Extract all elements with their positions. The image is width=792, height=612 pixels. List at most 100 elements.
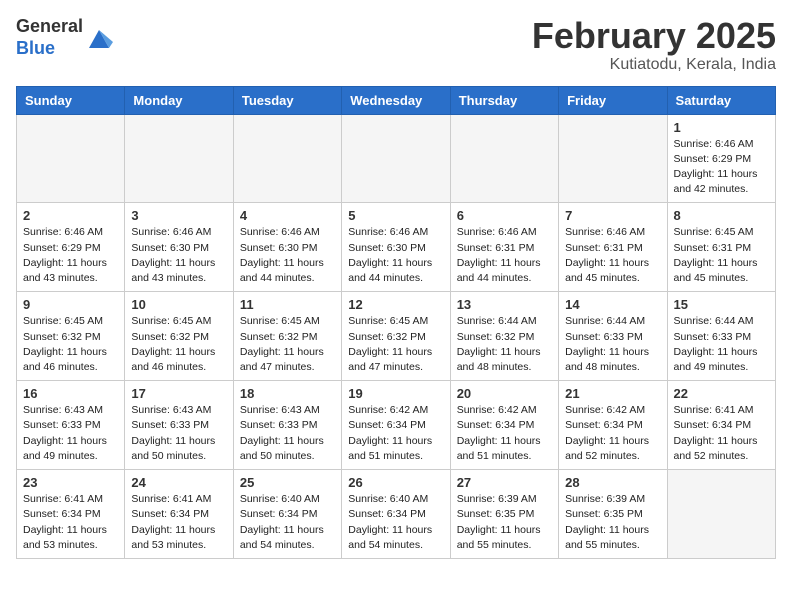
calendar-day-cell: 25 Sunrise: 6:40 AM Sunset: 6:34 PM Dayli… <box>233 470 341 559</box>
day-info: Sunrise: 6:46 AM Sunset: 6:29 PM Dayligh… <box>674 137 769 198</box>
calendar-day-cell: 24Sunrise: 6:41 AM Sunset: 6:34 PM Dayli… <box>125 470 233 559</box>
day-number: 11 <box>240 297 335 312</box>
day-number: 23 <box>23 475 118 490</box>
calendar-day-cell <box>17 114 125 203</box>
calendar-day-cell <box>450 114 558 203</box>
calendar-day-cell <box>667 470 775 559</box>
calendar-day-cell: 27Sunrise: 6:39 AM Sunset: 6:35 PM Dayli… <box>450 470 558 559</box>
day-info: Sunrise: 6:40 AM Sunset: 6:34 PM Dayligh… <box>348 492 443 553</box>
day-info: Sunrise: 6:42 AM Sunset: 6:34 PM Dayligh… <box>457 403 552 464</box>
calendar-day-cell: 11 Sunrise: 6:45 AM Sunset: 6:32 PM Dayli… <box>233 292 341 381</box>
calendar-day-cell: 19Sunrise: 6:42 AM Sunset: 6:34 PM Dayli… <box>342 381 450 470</box>
weekday-header: Sunday <box>17 86 125 114</box>
day-info: Sunrise: 6:45 AM Sunset: 6:32 PM Dayligh… <box>131 314 226 375</box>
day-info: Sunrise: 6:44 AM Sunset: 6:33 PM Dayligh… <box>674 314 769 375</box>
calendar-week-row: 1 Sunrise: 6:46 AM Sunset: 6:29 PM Daylig… <box>17 114 776 203</box>
calendar-day-cell: 3 Sunrise: 6:46 AM Sunset: 6:30 PM Daylig… <box>125 203 233 292</box>
calendar-day-cell: 15 Sunrise: 6:44 AM Sunset: 6:33 PM Dayli… <box>667 292 775 381</box>
day-number: 10 <box>131 297 226 312</box>
day-info: Sunrise: 6:43 AM Sunset: 6:33 PM Dayligh… <box>240 403 335 464</box>
calendar-day-cell <box>125 114 233 203</box>
day-number: 9 <box>23 297 118 312</box>
calendar-day-cell: 17 Sunrise: 6:43 AM Sunset: 6:33 PM Dayli… <box>125 381 233 470</box>
day-number: 13 <box>457 297 552 312</box>
calendar-day-cell: 20 Sunrise: 6:42 AM Sunset: 6:34 PM Dayli… <box>450 381 558 470</box>
logo-general-text: General <box>16 16 83 36</box>
calendar-day-cell: 1 Sunrise: 6:46 AM Sunset: 6:29 PM Daylig… <box>667 114 775 203</box>
day-number: 15 <box>674 297 769 312</box>
day-info: Sunrise: 6:45 AM Sunset: 6:31 PM Dayligh… <box>674 225 769 286</box>
logo: General Blue <box>16 16 113 59</box>
day-info: Sunrise: 6:45 AM Sunset: 6:32 PM Dayligh… <box>23 314 118 375</box>
weekday-header: Wednesday <box>342 86 450 114</box>
page-header: General Blue February 2025 Kutiatodu, Ke… <box>16 16 776 74</box>
day-number: 24 <box>131 475 226 490</box>
calendar-day-cell: 16Sunrise: 6:43 AM Sunset: 6:33 PM Dayli… <box>17 381 125 470</box>
day-number: 26 <box>348 475 443 490</box>
calendar-day-cell: 7Sunrise: 6:46 AM Sunset: 6:31 PM Daylig… <box>559 203 667 292</box>
title-block: February 2025 Kutiatodu, Kerala, India <box>532 16 776 74</box>
day-info: Sunrise: 6:45 AM Sunset: 6:32 PM Dayligh… <box>348 314 443 375</box>
day-info: Sunrise: 6:46 AM Sunset: 6:29 PM Dayligh… <box>23 225 118 286</box>
day-info: Sunrise: 6:46 AM Sunset: 6:31 PM Dayligh… <box>457 225 552 286</box>
calendar-day-cell: 9 Sunrise: 6:45 AM Sunset: 6:32 PM Daylig… <box>17 292 125 381</box>
day-number: 19 <box>348 386 443 401</box>
weekday-header: Saturday <box>667 86 775 114</box>
day-info: Sunrise: 6:39 AM Sunset: 6:35 PM Dayligh… <box>457 492 552 553</box>
calendar-day-cell: 2 Sunrise: 6:46 AM Sunset: 6:29 PM Daylig… <box>17 203 125 292</box>
day-number: 3 <box>131 208 226 223</box>
day-info: Sunrise: 6:45 AM Sunset: 6:32 PM Dayligh… <box>240 314 335 375</box>
day-number: 20 <box>457 386 552 401</box>
day-info: Sunrise: 6:46 AM Sunset: 6:30 PM Dayligh… <box>131 225 226 286</box>
day-number: 12 <box>348 297 443 312</box>
weekday-header-row: SundayMondayTuesdayWednesdayThursdayFrid… <box>17 86 776 114</box>
calendar-day-cell: 28 Sunrise: 6:39 AM Sunset: 6:35 PM Dayli… <box>559 470 667 559</box>
logo-icon <box>85 24 113 52</box>
day-info: Sunrise: 6:40 AM Sunset: 6:34 PM Dayligh… <box>240 492 335 553</box>
day-number: 25 <box>240 475 335 490</box>
location-title: Kutiatodu, Kerala, India <box>532 56 776 74</box>
calendar-day-cell: 10 Sunrise: 6:45 AM Sunset: 6:32 PM Dayli… <box>125 292 233 381</box>
calendar-day-cell: 6Sunrise: 6:46 AM Sunset: 6:31 PM Daylig… <box>450 203 558 292</box>
day-info: Sunrise: 6:46 AM Sunset: 6:30 PM Dayligh… <box>348 225 443 286</box>
day-info: Sunrise: 6:44 AM Sunset: 6:32 PM Dayligh… <box>457 314 552 375</box>
day-number: 16 <box>23 386 118 401</box>
calendar-day-cell: 22 Sunrise: 6:41 AM Sunset: 6:34 PM Dayli… <box>667 381 775 470</box>
day-number: 5 <box>348 208 443 223</box>
weekday-header: Tuesday <box>233 86 341 114</box>
calendar-week-row: 2 Sunrise: 6:46 AM Sunset: 6:29 PM Daylig… <box>17 203 776 292</box>
calendar-day-cell: 12 Sunrise: 6:45 AM Sunset: 6:32 PM Dayli… <box>342 292 450 381</box>
day-number: 17 <box>131 386 226 401</box>
calendar-day-cell: 26 Sunrise: 6:40 AM Sunset: 6:34 PM Dayli… <box>342 470 450 559</box>
calendar-week-row: 9 Sunrise: 6:45 AM Sunset: 6:32 PM Daylig… <box>17 292 776 381</box>
day-number: 8 <box>674 208 769 223</box>
calendar-day-cell: 14Sunrise: 6:44 AM Sunset: 6:33 PM Dayli… <box>559 292 667 381</box>
month-title: February 2025 <box>532 16 776 56</box>
weekday-header: Monday <box>125 86 233 114</box>
day-number: 2 <box>23 208 118 223</box>
logo-blue-text: Blue <box>16 38 55 58</box>
day-info: Sunrise: 6:41 AM Sunset: 6:34 PM Dayligh… <box>23 492 118 553</box>
calendar-day-cell: 13 Sunrise: 6:44 AM Sunset: 6:32 PM Dayli… <box>450 292 558 381</box>
calendar-day-cell <box>233 114 341 203</box>
calendar-week-row: 16 Sunrise: 6:43 AM Sunset: 6:33 PM Dayli… <box>17 381 776 470</box>
day-info: Sunrise: 6:43 AM Sunset: 6:33 PM Dayligh… <box>131 403 226 464</box>
calendar-day-cell: 5 Sunrise: 6:46 AM Sunset: 6:30 PM Daylig… <box>342 203 450 292</box>
calendar-day-cell: 8 Sunrise: 6:45 AM Sunset: 6:31 PM Daylig… <box>667 203 775 292</box>
day-number: 22 <box>674 386 769 401</box>
day-info: Sunrise: 6:46 AM Sunset: 6:31 PM Dayligh… <box>565 225 660 286</box>
day-info: Sunrise: 6:42 AM Sunset: 6:34 PM Dayligh… <box>565 403 660 464</box>
day-number: 1 <box>674 120 769 135</box>
day-number: 18 <box>240 386 335 401</box>
calendar-week-row: 23 Sunrise: 6:41 AM Sunset: 6:34 PM Dayli… <box>17 470 776 559</box>
calendar-day-cell: 4Sunrise: 6:46 AM Sunset: 6:30 PM Daylig… <box>233 203 341 292</box>
calendar-day-cell: 23 Sunrise: 6:41 AM Sunset: 6:34 PM Dayli… <box>17 470 125 559</box>
calendar-day-cell: 18 Sunrise: 6:43 AM Sunset: 6:33 PM Dayli… <box>233 381 341 470</box>
day-info: Sunrise: 6:39 AM Sunset: 6:35 PM Dayligh… <box>565 492 660 553</box>
day-info: Sunrise: 6:41 AM Sunset: 6:34 PM Dayligh… <box>674 403 769 464</box>
weekday-header: Thursday <box>450 86 558 114</box>
day-number: 28 <box>565 475 660 490</box>
calendar-day-cell <box>559 114 667 203</box>
day-number: 14 <box>565 297 660 312</box>
weekday-header: Friday <box>559 86 667 114</box>
